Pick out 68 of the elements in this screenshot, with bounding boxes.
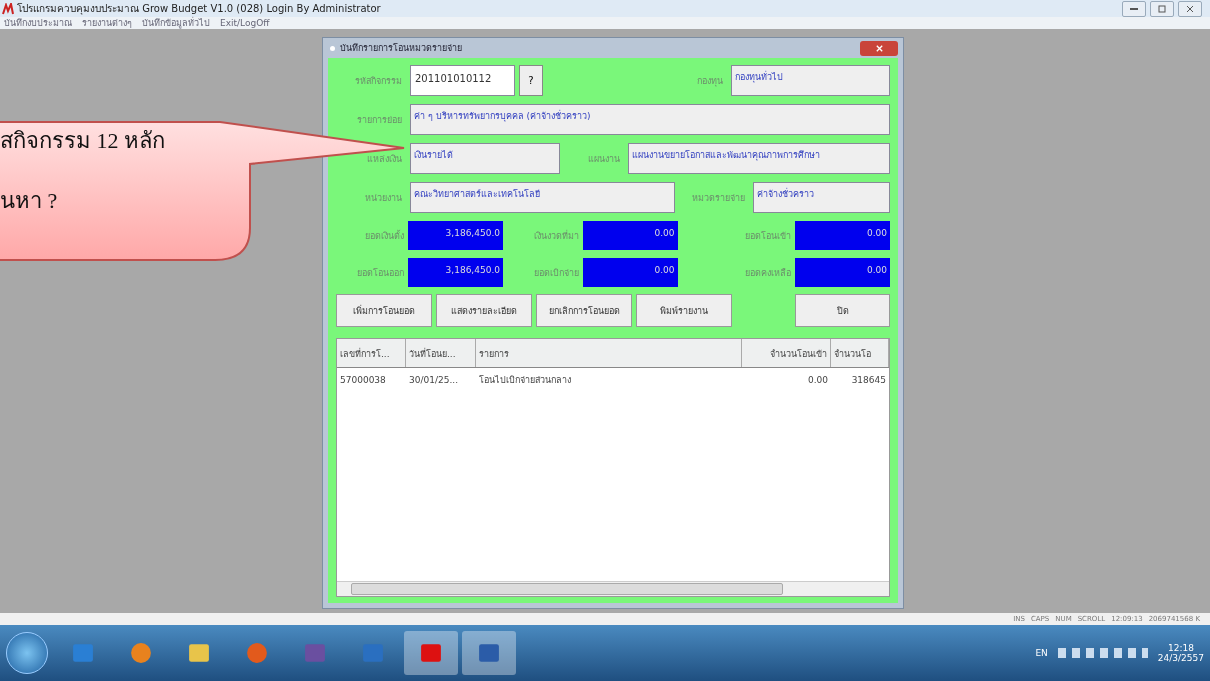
amount-value: 3,186,450.0 bbox=[408, 221, 503, 250]
callout-text: นหา ? bbox=[0, 187, 59, 215]
clock[interactable]: 12:18 24/3/2557 bbox=[1157, 643, 1204, 663]
amount-value: 0.00 bbox=[582, 221, 678, 250]
field-label: แผนงาน bbox=[587, 152, 621, 166]
lookup-button[interactable]: ? bbox=[519, 65, 543, 96]
app-logo-icon bbox=[2, 2, 14, 15]
field-label: หมวดรายจ่าย bbox=[691, 191, 746, 205]
table-cell-text: 30/01/25... bbox=[408, 375, 459, 385]
scrollbar-thumb[interactable] bbox=[351, 583, 783, 595]
field-label: ยอดเงินตั้ง bbox=[364, 229, 405, 243]
window-title: โปรแกรมควบคุมงบประมาณ Grow Budget V1.0 (028) Login By Administrator bbox=[17, 2, 382, 16]
menu-item[interactable]: Exit/LogOff bbox=[220, 18, 270, 28]
close-button[interactable] bbox=[1178, 0, 1202, 17]
taskbar-button[interactable] bbox=[404, 631, 458, 675]
table-cell-text: 318645 bbox=[850, 375, 887, 385]
field-value: เงินรายได้ bbox=[410, 143, 560, 174]
field-value: คณะวิทยาศาสตร์และเทคโนโลยี bbox=[410, 182, 675, 213]
clock-time: 12:18 bbox=[1167, 643, 1194, 653]
field-label: ยอดโอนเข้า bbox=[744, 229, 792, 243]
table-cell-text: โอนไปเบิกจ่ายส่วนกลาง bbox=[478, 374, 572, 387]
amount-value: 3,186,450.0 bbox=[408, 258, 503, 287]
dialog-title: บันทึกรายการโอนหมวดรายจ่าย bbox=[340, 42, 463, 55]
field-value: ค่าจ้างชั่วคราว bbox=[753, 182, 890, 213]
table-cell-text: 57000038 bbox=[339, 375, 387, 385]
amount-value: 0.00 bbox=[582, 258, 678, 287]
field-label: รายการย่อย bbox=[356, 113, 403, 127]
field-label: กองทุน bbox=[696, 74, 724, 88]
field-value: กองทุนทั่วไป bbox=[731, 65, 890, 96]
menu-item[interactable]: รายงานต่างๆ bbox=[82, 16, 132, 30]
column-header[interactable]: จำนวนโอ bbox=[831, 339, 889, 367]
column-header[interactable]: เลขที่การโ... bbox=[337, 339, 406, 367]
close-button[interactable] bbox=[860, 40, 898, 56]
language-indicator[interactable]: EN bbox=[1035, 648, 1048, 658]
menu-item[interactable]: บันทึกงบประมาณ bbox=[4, 16, 72, 30]
field-label: ยอดคงเหลือ bbox=[744, 266, 792, 280]
field-value: แผนงานขยายโอกาสและพัฒนาคุณภาพการศึกษา bbox=[628, 143, 890, 174]
column-header[interactable]: จำนวนโอนเข้า bbox=[742, 339, 831, 367]
field-label: แหล่งเงิน bbox=[366, 152, 403, 166]
action-button[interactable]: ยกเลิกการโอนยอด bbox=[536, 294, 632, 327]
field-label: หน่วยงาน bbox=[364, 191, 403, 205]
column-header[interactable]: วันที่โอนย... bbox=[406, 339, 476, 367]
field-value: ค่า ๆ บริหารทรัพยากรบุคคล (ค่าจ้างชั่วคราว) bbox=[410, 104, 890, 135]
close-icon bbox=[874, 43, 884, 53]
close-icon bbox=[1185, 3, 1195, 14]
minimize-icon bbox=[1130, 7, 1138, 10]
field-label: ยอดเบิกจ่าย bbox=[532, 266, 580, 280]
action-button[interactable]: แสดงรายละเอียด bbox=[436, 294, 532, 327]
field-label: เงินงวดที่มา bbox=[532, 229, 580, 243]
taskbar-button[interactable] bbox=[462, 631, 516, 675]
clock-date: 24/3/2557 bbox=[1157, 653, 1204, 663]
field-label: ยอดโอนออก bbox=[356, 266, 405, 280]
maximize-icon bbox=[1157, 3, 1167, 14]
code-input[interactable]: 201101010112 bbox=[410, 65, 515, 96]
amount-value: 0.00 bbox=[795, 221, 890, 250]
action-button[interactable]: พิมพ์รายงาน bbox=[636, 294, 732, 327]
start-button[interactable] bbox=[6, 632, 48, 674]
table-cell-text: 0.00 bbox=[806, 375, 829, 385]
field-label: รหัสกิจกรรม bbox=[354, 74, 403, 88]
menu-item[interactable]: บันทึกข้อมูลทั่วไป bbox=[142, 16, 210, 30]
action-button[interactable]: ปิด bbox=[795, 294, 890, 327]
callout-text: สกิจกรรม 12 หลัก bbox=[0, 127, 166, 155]
horizontal-scrollbar[interactable] bbox=[337, 581, 889, 596]
minimize-button[interactable] bbox=[1122, 0, 1146, 17]
action-button[interactable]: เพิ่มการโอนยอด bbox=[336, 294, 432, 327]
tray-icons[interactable] bbox=[1057, 648, 1148, 658]
column-header[interactable]: รายการ bbox=[476, 339, 742, 367]
amount-value: 0.00 bbox=[795, 258, 890, 287]
